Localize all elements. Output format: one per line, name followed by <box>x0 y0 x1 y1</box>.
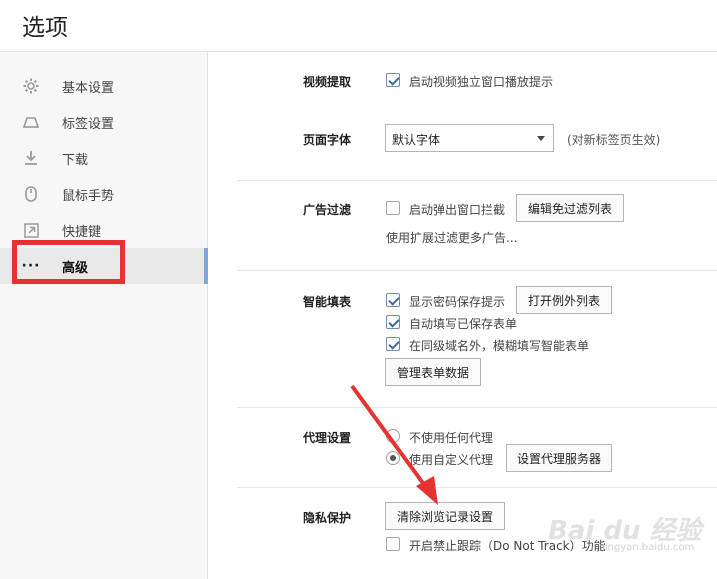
custom-proxy-label: 使用自定义代理 <box>409 453 494 467</box>
section-label-adblock: 广告过滤 <box>303 203 352 217</box>
manage-form-data-button[interactable]: 管理表单数据 <box>385 358 481 386</box>
sidebar-item-label: 快捷键 <box>62 224 102 240</box>
proxy-server-button[interactable]: 设置代理服务器 <box>506 444 612 472</box>
shortcut-icon <box>22 221 40 239</box>
chevron-down-icon <box>537 136 545 141</box>
edit-whitelist-button[interactable]: 编辑免过滤列表 <box>516 194 624 222</box>
divider <box>237 407 717 408</box>
section-label-proxy: 代理设置 <box>303 431 352 445</box>
clear-history-settings-button[interactable]: 清除浏览记录设置 <box>385 502 505 530</box>
download-icon <box>22 149 40 167</box>
section-label-privacy: 隐私保护 <box>303 511 352 525</box>
popup-block-option-label: 启动弹出窗口拦截 <box>409 203 506 217</box>
sidebar-item-basic-settings[interactable]: 基本设置 <box>0 68 208 104</box>
video-popup-checkbox[interactable] <box>386 73 400 87</box>
extension-filter-link[interactable]: 使用扩展过滤更多广告... <box>386 229 517 246</box>
no-proxy-radio[interactable] <box>386 429 400 443</box>
sidebar-item-label: 基本设置 <box>62 80 115 96</box>
section-label-font: 页面字体 <box>303 133 352 147</box>
window-title: 选项 <box>22 15 68 41</box>
sidebar: 基本设置 标签设置 下载 鼠标手势 快捷键 ··· 高级 <box>0 52 208 579</box>
custom-proxy-radio[interactable] <box>386 451 400 465</box>
autofill-forms-checkbox[interactable] <box>386 315 400 329</box>
sidebar-item-label: 鼠标手势 <box>62 188 115 204</box>
sidebar-item-label: 下载 <box>62 152 89 168</box>
mouse-icon <box>22 185 40 203</box>
exception-list-button[interactable]: 打开例外列表 <box>516 286 612 314</box>
divider <box>237 270 717 271</box>
fuzzy-fill-label: 在同级域名外，模糊填写智能表单 <box>409 339 590 353</box>
divider <box>237 487 717 488</box>
sidebar-item-tab-settings[interactable]: 标签设置 <box>0 104 208 140</box>
sidebar-item-download[interactable]: 下载 <box>0 140 208 176</box>
section-label-autofill: 智能填表 <box>303 295 352 309</box>
autofill-forms-label: 自动填写已保存表单 <box>409 317 518 331</box>
annotation-highlight-box <box>12 240 125 284</box>
active-indicator <box>204 248 208 284</box>
sidebar-item-mouse-gestures[interactable]: 鼠标手势 <box>0 176 208 212</box>
no-proxy-label: 不使用任何代理 <box>409 431 494 445</box>
font-select-value: 默认字体 <box>392 133 441 147</box>
watermark-url: jingyan.baidu.com <box>602 542 695 553</box>
sidebar-item-label: 标签设置 <box>62 116 115 132</box>
do-not-track-checkbox[interactable] <box>386 537 400 551</box>
font-hint: (对新标签页生效) <box>567 133 661 147</box>
title-bar: 选项 <box>0 0 717 52</box>
password-prompt-checkbox[interactable] <box>386 293 400 307</box>
popup-block-checkbox[interactable] <box>386 201 400 215</box>
tab-icon <box>22 113 40 131</box>
section-label-video: 视频提取 <box>303 75 352 89</box>
font-select[interactable]: 默认字体 <box>385 124 554 152</box>
password-prompt-label: 显示密码保存提示 <box>409 295 506 309</box>
divider <box>237 180 717 181</box>
fuzzy-fill-checkbox[interactable] <box>386 337 400 351</box>
gear-icon <box>22 77 40 95</box>
video-popup-option-label: 启动视频独立窗口播放提示 <box>409 75 554 89</box>
